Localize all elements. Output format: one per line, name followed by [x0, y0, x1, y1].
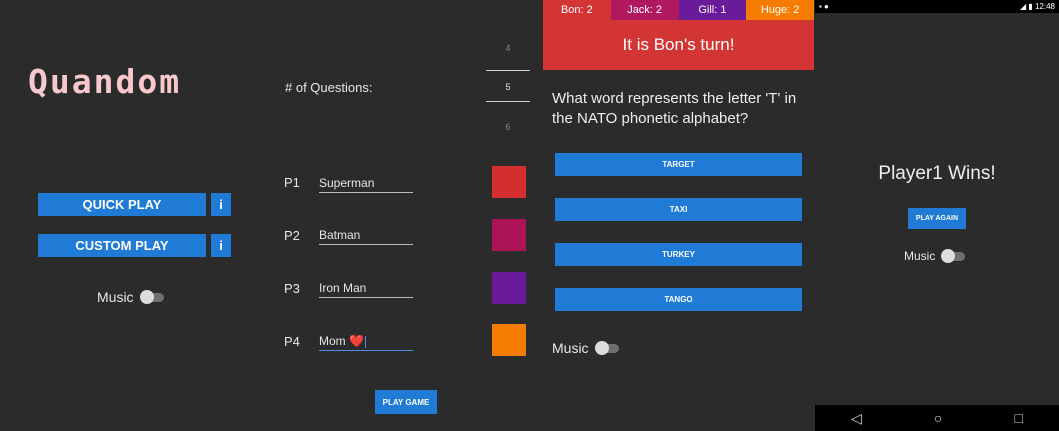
result-screen: ▪ ● ◢ ▮ 12:48 Player1 Wins! PLAY AGAIN M… — [815, 0, 1059, 431]
winner-text: Player1 Wins! — [878, 163, 996, 184]
player-4-label: P4 — [284, 334, 300, 349]
music-label: Music — [904, 249, 936, 263]
android-nav-bar: ◁ ○ □ — [815, 405, 1059, 431]
picker-divider — [486, 70, 530, 71]
text-cursor — [364, 335, 366, 348]
custom-play-button[interactable]: CUSTOM PLAY — [38, 234, 206, 257]
player-4-color-swatch[interactable] — [492, 324, 526, 356]
player-3-name-input[interactable]: Iron Man — [319, 281, 413, 298]
recents-icon[interactable]: □ — [1014, 410, 1022, 426]
music-toggle-row: Music — [97, 289, 164, 305]
music-switch[interactable] — [594, 340, 619, 355]
score-tab-3: Gill: 1 — [678, 0, 747, 20]
player-2-color-swatch[interactable] — [492, 219, 526, 251]
score-tab-2: Jack: 2 — [610, 0, 679, 20]
home-icon[interactable]: ○ — [934, 410, 942, 426]
number-picker-selected[interactable]: 5 — [488, 82, 528, 92]
number-picker-next[interactable]: 6 — [488, 122, 528, 132]
player-3-label: P3 — [284, 281, 300, 296]
score-tab-1: Bon: 2 — [543, 0, 611, 20]
music-toggle-row: Music — [552, 340, 619, 356]
score-tabs: Bon: 2 Jack: 2 Gill: 1 Huge: 2 — [543, 0, 814, 20]
player-4-name-text: Mom — [319, 334, 346, 348]
music-label: Music — [97, 289, 134, 305]
switch-knob — [139, 289, 154, 304]
quick-play-info-button[interactable]: i — [211, 193, 231, 216]
question-text: What word represents the letter 'T' in t… — [552, 90, 797, 127]
custom-play-info-button[interactable]: i — [211, 234, 231, 257]
player-2-label: P2 — [284, 228, 300, 243]
music-switch[interactable] — [941, 248, 966, 263]
answer-button-4[interactable]: TANGO — [555, 288, 802, 311]
quick-play-button[interactable]: QUICK PLAY — [38, 193, 206, 216]
signal-icon: ◢ — [1019, 2, 1027, 11]
music-toggle-row: Music — [904, 248, 966, 263]
picker-divider — [486, 101, 530, 102]
heart-emoji-icon: ❤️ — [349, 334, 364, 348]
custom-setup-screen: # of Questions: 4 5 6 P1 Superman P2 Bat… — [270, 0, 543, 431]
player-2-name-input[interactable]: Batman — [319, 228, 413, 245]
play-again-button[interactable]: PLAY AGAIN — [908, 208, 966, 229]
status-bar: ▪ ● ◢ ▮ 12:48 — [815, 0, 1059, 13]
answer-button-1[interactable]: TARGET — [555, 153, 802, 176]
app-logo: Quandom — [28, 62, 182, 101]
music-label: Music — [552, 340, 589, 356]
switch-knob — [594, 340, 609, 355]
switch-knob — [941, 248, 956, 263]
status-right: ◢ ▮ 12:48 — [1020, 2, 1055, 11]
answer-button-3[interactable]: TURKEY — [555, 243, 802, 266]
number-picker-prev[interactable]: 4 — [488, 43, 528, 53]
notification-icons: ▪ ● — [819, 2, 829, 11]
player-3-color-swatch[interactable] — [492, 272, 526, 304]
player-4-name-input[interactable]: Mom ❤️ — [319, 334, 413, 351]
back-icon[interactable]: ◁ — [851, 410, 862, 427]
battery-icon: ▮ — [1028, 2, 1033, 11]
status-time: 12:48 — [1034, 2, 1055, 11]
play-game-button[interactable]: PLAY GAME — [375, 390, 437, 414]
player-1-label: P1 — [284, 175, 300, 190]
main-menu-screen: Quandom QUICK PLAY i CUSTOM PLAY i Music — [0, 0, 270, 431]
turn-banner: It is Bon's turn! — [543, 20, 814, 70]
player-1-color-swatch[interactable] — [492, 166, 526, 198]
answer-button-2[interactable]: TAXI — [555, 198, 802, 221]
player-1-name-input[interactable]: Superman — [319, 176, 413, 193]
questions-count-label: # of Questions: — [285, 80, 373, 95]
score-tab-4: Huge: 2 — [746, 0, 814, 20]
music-switch[interactable] — [139, 289, 164, 304]
game-screen: Bon: 2 Jack: 2 Gill: 1 Huge: 2 It is Bon… — [543, 0, 814, 431]
